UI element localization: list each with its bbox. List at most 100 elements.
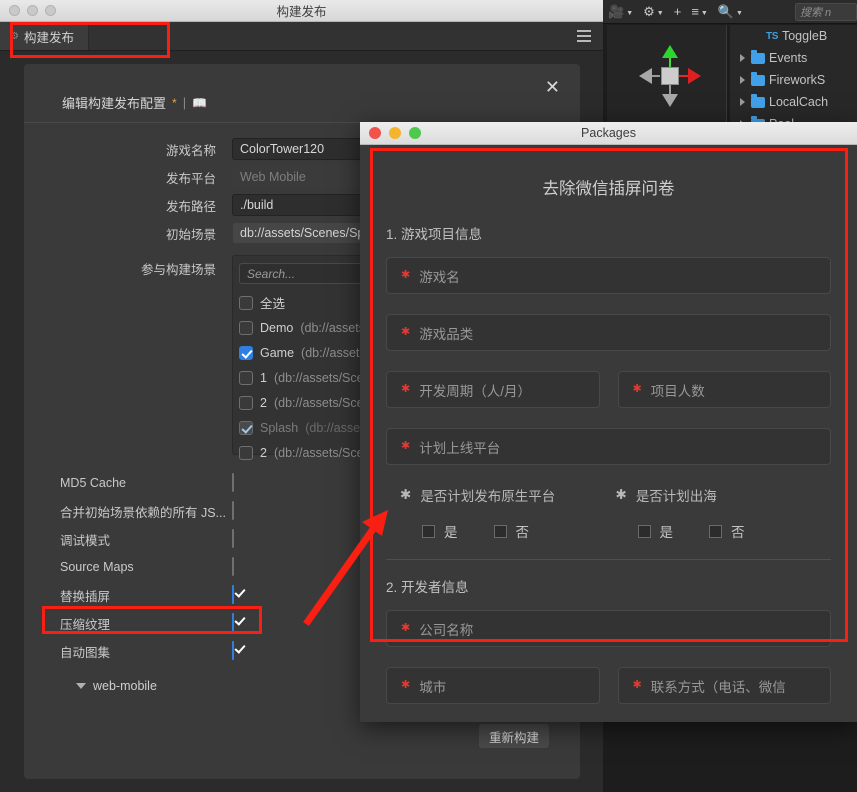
required-asterisk-icon: ✱ [400, 488, 411, 502]
gizmo-right-arrow-icon[interactable] [688, 68, 701, 84]
book-icon[interactable]: 📖 [192, 96, 207, 110]
field-label: 项目人数 [651, 380, 705, 400]
field-label: 游戏品类 [419, 323, 473, 343]
tab-build-publish[interactable]: ⚙ 构建发布 [0, 22, 89, 50]
2d-axis-gizmo[interactable] [639, 45, 701, 107]
tree-item-events[interactable]: Events [730, 47, 857, 69]
chevron-right-icon[interactable] [740, 76, 745, 84]
rebuild-button[interactable]: 重新构建 [479, 724, 549, 748]
section-title-project-info: 1. 游戏项目信息 [386, 223, 831, 243]
option-label: 替换插屏 [24, 586, 232, 605]
option-native-yes[interactable]: 是 [422, 521, 458, 541]
checkbox[interactable] [239, 321, 253, 335]
option-label: 调试模式 [24, 530, 232, 549]
list-item-label: 1 [260, 371, 267, 385]
tree-item-toggleb[interactable]: TS ToggleB [730, 25, 857, 47]
scene-view[interactable] [607, 25, 727, 125]
search-icon[interactable]: 🔍▼ [718, 5, 743, 18]
add-icon[interactable]: + [674, 5, 682, 18]
checkbox[interactable] [239, 371, 253, 385]
included-scenes-label: 参与构建场景 [24, 255, 232, 455]
option-label: Source Maps [24, 560, 232, 574]
option-group: 是 否 [400, 521, 616, 541]
chevron-down-icon[interactable] [76, 683, 86, 689]
asset-search-input[interactable]: 搜索 n [795, 3, 857, 21]
checkbox[interactable] [494, 525, 507, 538]
field-game-category[interactable]: ✱ 游戏品类 [386, 314, 831, 351]
screen: 🎥▼ ⚙▼ + ≡▼ 🔍▼ 搜索 n TS ToggleB Events [0, 0, 857, 792]
tree-item-fireworks[interactable]: FireworkS [730, 69, 857, 91]
checkbox[interactable] [422, 525, 435, 538]
option-label: 是 [660, 521, 674, 541]
option-label: MD5 Cache [24, 476, 232, 490]
survey-heading: 去除微信插屏问卷 [386, 175, 831, 199]
packages-dialog: Packages 去除微信插屏问卷 1. 游戏项目信息 ✱ 游戏名 ✱ 游戏品类… [360, 122, 857, 722]
source-maps-checkbox[interactable] [232, 557, 234, 576]
option-overseas-yes[interactable]: 是 [638, 521, 674, 541]
panel-title-group: 编辑构建发布配置 * | 📖 [62, 93, 207, 112]
gizmo-left-arrow-icon[interactable] [639, 68, 652, 84]
option-label: 合并初始场景依赖的所有 JS... [24, 502, 232, 521]
required-asterisk-icon: ✱ [633, 680, 642, 691]
replace-splash-checkbox[interactable] [232, 585, 234, 604]
hamburger-icon[interactable] [577, 30, 591, 42]
tree-item-localcache[interactable]: LocalCach [730, 91, 857, 113]
field-target-platform[interactable]: ✱ 计划上线平台 [386, 428, 831, 465]
checkbox[interactable] [239, 396, 253, 410]
tree-item-label: FireworkS [769, 73, 825, 87]
checkbox[interactable] [239, 346, 253, 360]
folder-icon [751, 53, 765, 64]
tree-item-label: LocalCach [769, 95, 828, 109]
checkbox[interactable] [239, 421, 253, 435]
window-titlebar[interactable]: 构建发布 [0, 0, 603, 22]
chevron-right-icon[interactable] [740, 98, 745, 106]
option-label: 压缩纹理 [24, 614, 232, 633]
list-item-label: Demo [260, 321, 293, 335]
checkbox[interactable] [239, 446, 253, 460]
checkbox[interactable] [239, 296, 253, 310]
checkbox[interactable] [638, 525, 651, 538]
compress-texture-checkbox[interactable] [232, 613, 234, 632]
camera-icon[interactable]: 🎥▼ [608, 5, 633, 18]
debug-mode-checkbox[interactable] [232, 529, 234, 548]
packages-titlebar[interactable]: Packages [360, 122, 857, 145]
tab-label: 构建发布 [24, 27, 74, 46]
field-game-name[interactable]: ✱ 游戏名 [386, 257, 831, 294]
field-contact[interactable]: ✱ 联系方式（电话、微信 [618, 667, 832, 704]
field-label: 发布路径 [24, 196, 232, 215]
gear-icon[interactable]: ⚙▼ [643, 5, 664, 18]
option-native-no[interactable]: 否 [494, 521, 530, 541]
editor-toolbar: 🎥▼ ⚙▼ + ≡▼ 🔍▼ 搜索 n [600, 0, 857, 24]
checkbox[interactable] [709, 525, 722, 538]
gizmo-up-arrow-icon[interactable] [662, 45, 678, 58]
field-dev-cycle[interactable]: ✱ 开发周期（人/月） [386, 371, 600, 408]
merge-js-checkbox[interactable] [232, 501, 234, 520]
chevron-right-icon[interactable] [740, 54, 745, 62]
sort-icon[interactable]: ≡▼ [691, 5, 708, 18]
list-item-label: Game [260, 346, 294, 360]
required-asterisk-icon: ✱ [401, 327, 410, 338]
required-asterisk-icon: ✱ [401, 623, 410, 634]
gizmo-center-handle[interactable] [661, 67, 679, 85]
field-label: 公司名称 [419, 619, 473, 639]
field-city[interactable]: ✱ 城市 [386, 667, 600, 704]
required-asterisk-icon: ✱ [401, 441, 410, 452]
field-team-size[interactable]: ✱ 项目人数 [618, 371, 832, 408]
packages-window-title: Packages [360, 126, 857, 140]
required-asterisk-icon: ✱ [616, 488, 627, 502]
question-overseas: ✱ 是否计划出海 是 否 [616, 485, 832, 541]
gizmo-down-arrow-icon[interactable] [662, 94, 678, 107]
tree-item-label: Events [769, 51, 807, 65]
question-text-row: ✱ 是否计划出海 [616, 485, 832, 505]
field-company-name[interactable]: ✱ 公司名称 [386, 610, 831, 647]
option-label: 否 [516, 521, 530, 541]
option-overseas-no[interactable]: 否 [709, 521, 745, 541]
md5-cache-checkbox[interactable] [232, 473, 234, 492]
close-icon[interactable]: ✕ [545, 78, 560, 96]
asset-tree: TS ToggleB Events FireworkS LocalCach Po… [730, 25, 857, 135]
field-label: 开发周期（人/月） [419, 380, 531, 400]
panel-header: 编辑构建发布配置 * | 📖 ✕ [24, 64, 580, 122]
separator: | [183, 95, 186, 110]
typescript-icon: TS [766, 31, 778, 42]
auto-atlas-checkbox[interactable] [232, 641, 234, 660]
